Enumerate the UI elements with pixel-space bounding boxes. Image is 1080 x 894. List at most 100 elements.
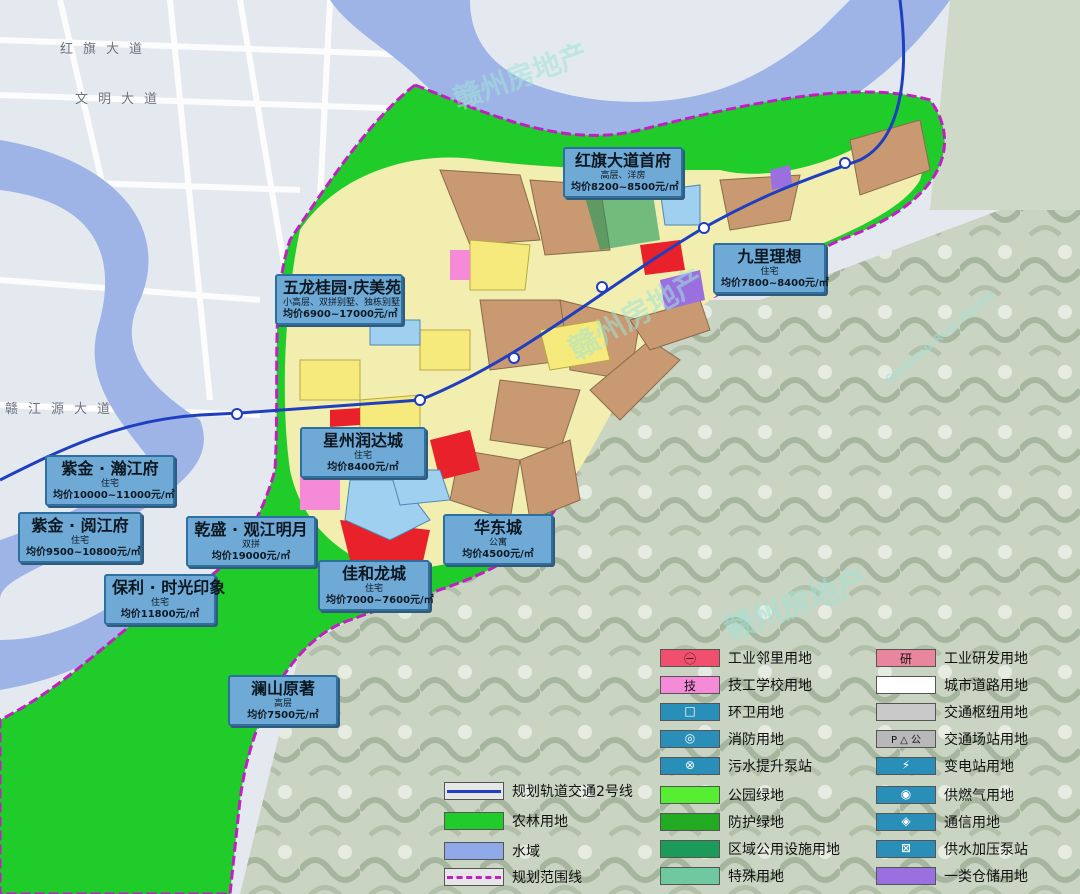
callout-price: 均价7500元/㎡ [247, 710, 319, 721]
legend-label: 工业邻里用地 [728, 651, 812, 667]
callout-title: 红旗大道首府 [574, 151, 671, 170]
callout-price: 均价9500~10800元/㎡ [26, 547, 141, 558]
callout-sub: 高层 [273, 699, 292, 709]
legend-item-park: 公园绿地 [660, 784, 784, 806]
callout-qiansheng[interactable]: 乾盛 · 观江明月 双拼 均价19000元/㎡ [186, 516, 316, 567]
legend-label: 一类仓储用地 [944, 869, 1028, 885]
legend-item-water-pump: ⊠ 供水加压泵站 [876, 838, 1028, 860]
callout-title: 乾盛 · 观江明月 [194, 520, 308, 539]
callout-zijin-hanjiang[interactable]: 紫金 · 瀚江府 住宅 均价10000~11000元/㎡ [45, 455, 175, 506]
legend-label: 区域公用设施用地 [728, 842, 840, 858]
legend-item-station: P △ 公交通场站用地 [876, 728, 1028, 750]
legend-label: 规划范围线 [512, 870, 582, 886]
legend-label: 水域 [512, 844, 540, 860]
rail-swatch [444, 782, 504, 800]
map-stage: 红旗大道 文明大道 赣江源大道 赣州房地产 赣州房地产 赣州房地产 Ganzho… [0, 0, 1080, 894]
callout-title: 华东城 [473, 518, 522, 537]
industrial-swatch: ㊀ [660, 649, 720, 667]
road-label-ganjiang: 赣江源大道 [5, 402, 121, 417]
legend-item-special: 特殊用地 [660, 865, 784, 887]
legend-label: 环卫用地 [728, 705, 784, 721]
special-swatch [660, 867, 720, 885]
callout-title: 保利 · 时光印象 [112, 578, 226, 597]
park-swatch [660, 786, 720, 804]
sewage-pump-icon: ⊗ [660, 757, 720, 775]
callout-jiuli[interactable]: 九里理想 住宅 均价7800~8400元/㎡ [713, 243, 829, 294]
legend-label: 变电站用地 [944, 759, 1014, 775]
legend-label: 消防用地 [728, 732, 784, 748]
legend-item-hub: 交通枢纽用地 [876, 701, 1028, 723]
callout-price: 均价6900~17000元/㎡ [283, 309, 398, 320]
protective-swatch [660, 813, 720, 831]
callout-price: 均价7800~8400元/㎡ [721, 278, 829, 289]
road-label-hongqi: 红旗大道 [60, 42, 153, 57]
callout-title: 紫金 · 瀚江府 [61, 459, 159, 478]
callout-hongqi[interactable]: 红旗大道首府 高层、洋房 均价8200~8500元/㎡ [563, 147, 683, 198]
callout-jiahe[interactable]: 佳和龙城 住宅 均价7000~7600元/㎡ [318, 560, 434, 611]
callout-price: 均价10000~11000元/㎡ [53, 490, 175, 501]
legend-item-rnd: 研工业研发用地 [876, 647, 1028, 669]
legend-item-water: 水域 [444, 840, 540, 862]
legend-item-telecom: ◈ 通信用地 [876, 811, 1000, 833]
callout-price: 均价11800元/㎡ [120, 609, 200, 620]
callout-xingzhou[interactable]: 星州润达城 住宅 均价8400元/㎡ [300, 427, 426, 478]
legend-label: 技工学校用地 [728, 678, 812, 694]
callout-sub: 住宅 [70, 536, 89, 546]
hub-swatch [876, 703, 936, 721]
legend-label: 交通场站用地 [944, 732, 1028, 748]
callout-wulong[interactable]: 五龙桂园·庆美苑 小高层、双拼别墅、独栋别墅 均价6900~17000元/㎡ [275, 274, 403, 325]
legend-label: 特殊用地 [728, 869, 784, 885]
legend-item-substation: ⚡ 变电站用地 [876, 755, 1014, 777]
legend-item-sewage: ⊗ 污水提升泵站 [660, 755, 812, 777]
water-pump-icon: ⊠ [876, 840, 936, 858]
callout-title: 佳和龙城 [341, 564, 406, 583]
callout-huadong[interactable]: 华东城 公寓 均价4500元/㎡ [443, 514, 553, 565]
callout-sub: 双拼 [241, 540, 260, 550]
callout-price: 均价19000元/㎡ [211, 551, 291, 562]
callout-price: 均价4500元/㎡ [462, 549, 534, 560]
legend-label: 工业研发用地 [944, 651, 1028, 667]
callout-title: 紫金 · 阅江府 [31, 516, 129, 535]
callout-title: 星州润达城 [322, 431, 403, 450]
hills-northeast [930, 0, 1080, 210]
legend-item-utility: 区域公用设施用地 [660, 838, 840, 860]
legend-item-technical-school: 技技工学校用地 [660, 674, 812, 696]
callout-sub: 高层、洋房 [600, 171, 646, 181]
storage-swatch [876, 867, 936, 885]
boundary-swatch [444, 868, 504, 886]
callout-lanshan[interactable]: 澜山原著 高层 均价7500元/㎡ [228, 675, 338, 726]
legend-label: 污水提升泵站 [728, 759, 812, 775]
callout-sub: 住宅 [150, 598, 169, 608]
callout-title: 澜山原著 [250, 679, 315, 698]
callout-sub: 住宅 [760, 267, 779, 277]
legend-item-roads: 城市道路用地 [876, 674, 1028, 696]
fire-station-icon: ◎ [660, 730, 720, 748]
legend-label: 供水加压泵站 [944, 842, 1028, 858]
telecom-icon: ◈ [876, 813, 936, 831]
callout-sub: 住宅 [353, 451, 372, 461]
legend-item-industrial: ㊀工业邻里用地 [660, 647, 812, 669]
utility-swatch [660, 840, 720, 858]
school-swatch: 技 [660, 676, 720, 694]
callout-price: 均价7000~7600元/㎡ [326, 595, 434, 606]
callout-zijin-yuejiang[interactable]: 紫金 · 阅江府 住宅 均价9500~10800元/㎡ [18, 512, 142, 563]
legend-item-fire: ◎ 消防用地 [660, 728, 784, 750]
legend-label: 公园绿地 [728, 788, 784, 804]
roads-swatch [876, 676, 936, 694]
legend-label: 防护绿地 [728, 815, 784, 831]
legend-item-protective: 防护绿地 [660, 811, 784, 833]
rnd-swatch: 研 [876, 649, 936, 667]
callout-sub: 住宅 [364, 584, 383, 594]
callout-baoli[interactable]: 保利 · 时光印象 住宅 均价11800元/㎡ [104, 574, 226, 625]
legend-item-sanitation: □ 环卫用地 [660, 701, 784, 723]
farmland-swatch [444, 812, 504, 830]
legend-label: 城市道路用地 [944, 678, 1028, 694]
legend-label: 供燃气用地 [944, 788, 1014, 804]
gas-supply-icon: ◉ [876, 786, 936, 804]
legend-item-gas: ◉ 供燃气用地 [876, 784, 1014, 806]
callout-title: 五龙桂园·庆美苑 [283, 278, 402, 297]
callout-sub: 住宅 [100, 479, 119, 489]
substation-icon: ⚡ [876, 757, 936, 775]
legend-item-boundary: 规划范围线 [444, 866, 582, 888]
callout-price: 均价8200~8500元/㎡ [571, 182, 679, 193]
